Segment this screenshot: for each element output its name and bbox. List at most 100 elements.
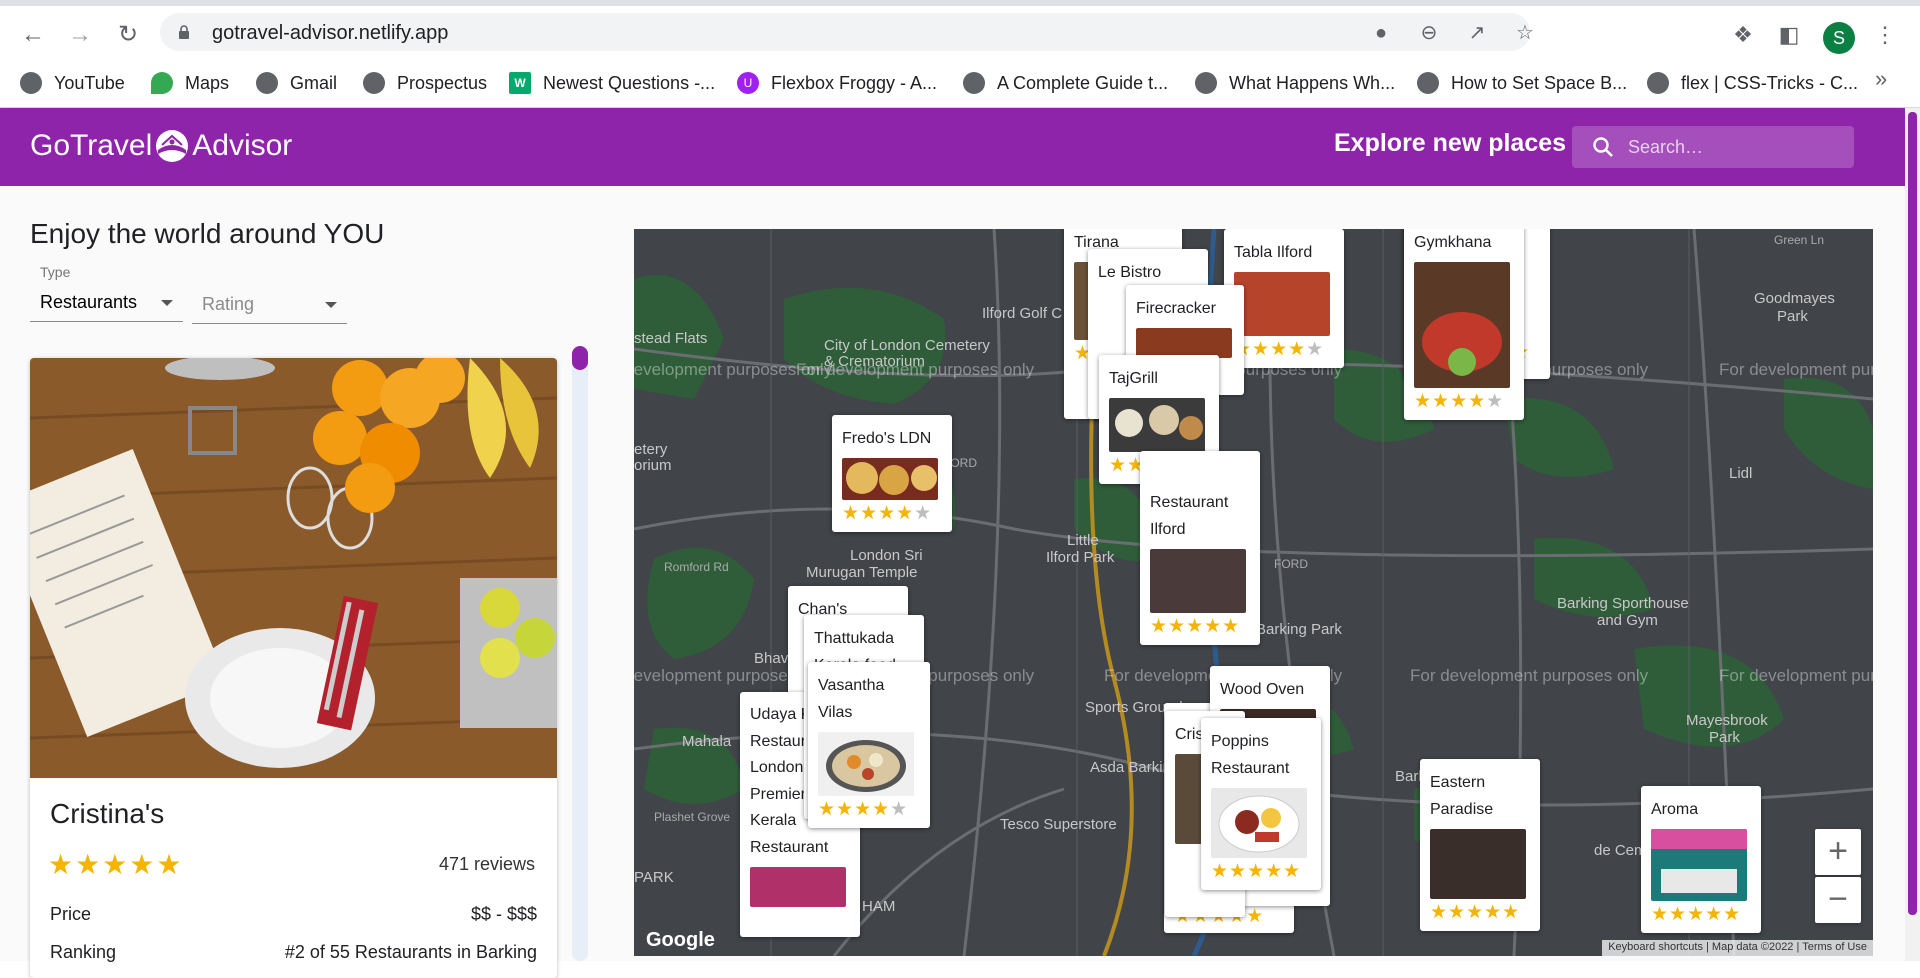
restaurant-pin[interactable]: Eastern Paradise ★★★★★ [1420, 759, 1540, 931]
globe-icon [1647, 72, 1669, 94]
bookmark-gmail[interactable]: Gmail [256, 68, 337, 98]
search-box[interactable] [1572, 126, 1854, 168]
page-scrollbar-thumb[interactable] [1908, 112, 1917, 915]
map-label-bhav: Bhav [754, 650, 789, 667]
restaurant-pin[interactable]: Gymkhana ★★★★★ [1404, 229, 1524, 420]
list-scrollbar[interactable] [572, 346, 588, 961]
restaurant-photo [1109, 398, 1205, 452]
ranking-value: #2 of 55 Restaurants in Barking [284, 942, 537, 962]
map-label-goodmayes: Goodmayes [1754, 290, 1835, 307]
restaurant-pin-stars: ★★★★★ [1211, 861, 1302, 882]
reload-button[interactable]: ↻ [113, 20, 143, 50]
restaurant-pin-stars: ★★★★★ [1651, 904, 1742, 925]
map-label-cemetery: City of London Cemetery [824, 337, 990, 354]
restaurant-pin-name: Vasantha Vilas [818, 677, 885, 721]
place-card[interactable]: Cristina's ★★★★★ 471 reviews Price $$ - … [30, 358, 557, 978]
map-label-iford: FORD [1274, 557, 1308, 571]
restaurant-photo [1651, 829, 1747, 901]
map-label-mayesbrook: Mayesbrook [1686, 712, 1768, 729]
bookmark-space-between[interactable]: How to Set Space B... [1417, 68, 1627, 98]
url-text: gotravel-advisor.netlify.app [212, 22, 449, 44]
google-logo: Google [646, 929, 715, 951]
restaurant-pin-stars: ★★★★★ [1414, 391, 1505, 412]
interior-image [1651, 829, 1747, 893]
search-icon [1593, 137, 1613, 157]
map-label-crematorium: & Crematorium [824, 353, 925, 370]
restaurant-photo [1414, 262, 1510, 388]
maps-pin-icon [151, 72, 173, 94]
bookmark-w3[interactable]: W Newest Questions -... [509, 68, 715, 98]
bookmark-youtube[interactable]: YouTube [20, 68, 125, 98]
restaurant-pin[interactable]: Poppins Restaurant ★★★★★ [1201, 718, 1321, 890]
bookmark-prospectus[interactable]: Prospectus [363, 68, 487, 98]
restaurant-pin[interactable]: Vasantha Vilas ★★★★★ [808, 662, 930, 828]
restaurant-pin[interactable]: Restaurant Ilford ★★★★★ [1140, 451, 1260, 645]
location-pin-icon[interactable]: ● [1370, 22, 1392, 44]
bookmark-flexbox-froggy[interactable]: U Flexbox Froggy - A... [737, 68, 937, 98]
forward-button[interactable]: → [65, 20, 95, 50]
pizza-image [846, 462, 937, 495]
zoom-out-icon[interactable]: ⊖ [1418, 22, 1440, 44]
map-label-ilford-golf: Ilford Golf C [982, 305, 1063, 322]
price-row: Price $$ - $$$ [50, 904, 537, 925]
google-map[interactable]: For development purposes only For develo… [634, 229, 1873, 956]
back-button[interactable]: ← [18, 20, 48, 50]
zoom-out-button[interactable]: − [1815, 877, 1861, 923]
restaurant-pin[interactable]: Aroma ★★★★★ [1641, 786, 1761, 933]
map-label-mayesbrook-park: Park [1709, 729, 1740, 746]
restaurant-pin[interactable]: Fredo's LDN ★★★★★ [832, 415, 952, 532]
price-label: Price [50, 904, 92, 924]
zoom-in-button[interactable]: + [1815, 829, 1861, 875]
restaurant-pin-name: Gymkhana [1414, 234, 1492, 251]
share-icon[interactable]: ↗ [1466, 22, 1488, 44]
ranking-row: Ranking #2 of 55 Restaurants in Barking [50, 942, 537, 963]
place-rating-stars: ★★★★★ [48, 849, 184, 880]
map-label-green-ln: Green Ln [1774, 233, 1825, 247]
map-label-stead-flats: stead Flats [634, 330, 708, 347]
page-scrollbar[interactable] [1905, 108, 1920, 961]
map-label-barking-sporthouse: Barking Sporthouse [1557, 595, 1689, 612]
map-label-romford-rd: Romford Rd [664, 560, 729, 574]
list-scrollbar-thumb[interactable] [572, 346, 588, 370]
review-count: 471 reviews [438, 854, 535, 874]
w3-icon: W [509, 72, 531, 94]
extensions-puzzle-icon[interactable]: ❖ [1730, 22, 1756, 48]
bookmark-star-icon[interactable]: ☆ [1514, 22, 1536, 44]
app-logo[interactable]: GoTravel Advisor [30, 128, 292, 164]
dev-watermark: For development purposes only [1410, 666, 1649, 685]
rating-select[interactable]: Rating [192, 288, 347, 324]
map-label-plashet: Plashet Grove [654, 810, 731, 824]
map-label-murugan: London Sri [850, 547, 923, 564]
bookmark-css-tricks[interactable]: flex | CSS-Tricks - C... [1647, 68, 1858, 98]
map-attribution[interactable]: Keyboard shortcuts | Map data ©2022 | Te… [1602, 940, 1873, 956]
place-photo [30, 358, 557, 778]
chevron-down-icon [325, 302, 337, 308]
bookmark-maps[interactable]: Maps [151, 68, 229, 98]
profile-avatar[interactable]: S [1823, 22, 1855, 54]
map-label-ilford-park: Ilford Park [1046, 549, 1115, 566]
map-label-ham: HAM [862, 898, 896, 915]
breakfast-image [1218, 795, 1300, 853]
bookmarks-overflow-button[interactable]: » [1875, 66, 1887, 92]
side-panel-icon[interactable]: ◧ [1776, 22, 1802, 48]
restaurant-photo [1234, 272, 1330, 336]
globe-icon [963, 72, 985, 94]
globe-icon [1417, 72, 1439, 94]
search-input[interactable] [1628, 126, 1848, 168]
address-bar[interactable]: gotravel-advisor.netlify.app ● ⊖ ↗ ☆ [160, 13, 1534, 51]
map-label-and-gym: and Gym [1597, 612, 1658, 629]
lock-icon [179, 25, 189, 39]
map-label-goodmayes-park: Park [1777, 308, 1808, 325]
bookmark-complete-guide[interactable]: A Complete Guide t... [963, 68, 1168, 98]
restaurant-pin-stars: ★★★★★ [1430, 902, 1521, 923]
globe-icon [256, 72, 278, 94]
type-select[interactable]: Restaurants [30, 286, 183, 322]
restaurant-pin-name: Wood Oven [1220, 681, 1305, 698]
restaurant-pin-name: Tabla Ilford [1234, 244, 1313, 261]
restaurant-pin-name: Eastern Paradise [1430, 774, 1494, 818]
chevron-down-icon [161, 300, 173, 306]
type-label: Type [40, 264, 71, 280]
travel-logo-icon [156, 130, 189, 162]
bookmark-what-happens[interactable]: What Happens Wh... [1195, 68, 1395, 98]
menu-kebab-icon[interactable]: ⋮ [1872, 22, 1898, 48]
